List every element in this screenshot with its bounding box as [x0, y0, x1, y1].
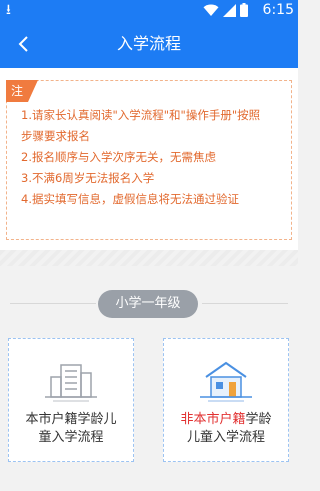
page-title: 入学流程 — [116, 34, 181, 53]
local-residency-card[interactable]: 本市户籍学龄儿 童入学流程 — [8, 338, 134, 462]
notice-section: 注 1.请家长认真阅读"入学流程"和"操作手册"按照 步骤要求报名 2.报名顺序… — [0, 68, 298, 250]
clock-time: 6:15 — [262, 2, 294, 18]
building-icon — [9, 357, 133, 407]
grade-header: 小学一年级 — [0, 290, 298, 318]
rules-list: 1.请家长认真阅读"入学流程"和"操作手册"按照 步骤要求报名 2.报名顺序与入… — [21, 105, 283, 210]
battery-icon — [240, 3, 248, 17]
grade-divider-left — [10, 303, 96, 304]
house-icon — [164, 357, 288, 407]
nonlocal-card-line1-rest: 学龄 — [245, 412, 272, 427]
rule-item: 4.据实填写信息，虚假信息将无法通过验证 — [21, 192, 239, 206]
rule-item: 1.请家长认真阅读"入学流程"和"操作手册"按照 — [21, 108, 261, 122]
app-header: 入学流程 — [0, 20, 298, 68]
local-card-line1: 本市户籍学龄儿 — [25, 412, 117, 427]
rule-item-continuation: 步骤要求报名 — [21, 129, 90, 143]
nonlocal-highlight: 非本市户籍 — [180, 412, 246, 427]
note-tag: 注 — [6, 80, 38, 102]
nonlocal-card-label: 非本市户籍学龄 儿童入学流程 — [170, 411, 282, 447]
notice-box: 注 1.请家长认真阅读"入学流程"和"操作手册"按照 步骤要求报名 2.报名顺序… — [6, 80, 292, 240]
rule-item: 3.不满6周岁无法报名入学 — [21, 171, 155, 185]
status-bar: ⭳ 6:15 — [0, 0, 298, 20]
download-icon: ⭳ — [6, 2, 11, 18]
nonlocal-card-line1: 非本市户籍学龄 — [170, 411, 282, 429]
local-card-line2: 童入学流程 — [38, 430, 104, 445]
nonlocal-card-line2: 儿童入学流程 — [186, 430, 265, 445]
local-card-label: 本市户籍学龄儿 童入学流程 — [15, 411, 127, 447]
wifi-icon — [203, 4, 219, 16]
grade-label: 小学一年级 — [98, 290, 198, 318]
rule-item: 2.报名顺序与入学次序无关，无需焦虑 — [21, 150, 216, 164]
signal-icon — [223, 4, 236, 17]
nonlocal-residency-card[interactable]: 非本市户籍学龄 儿童入学流程 — [163, 338, 289, 462]
grade-divider-right — [202, 303, 288, 304]
section-divider — [0, 250, 298, 266]
status-icons — [203, 2, 248, 18]
